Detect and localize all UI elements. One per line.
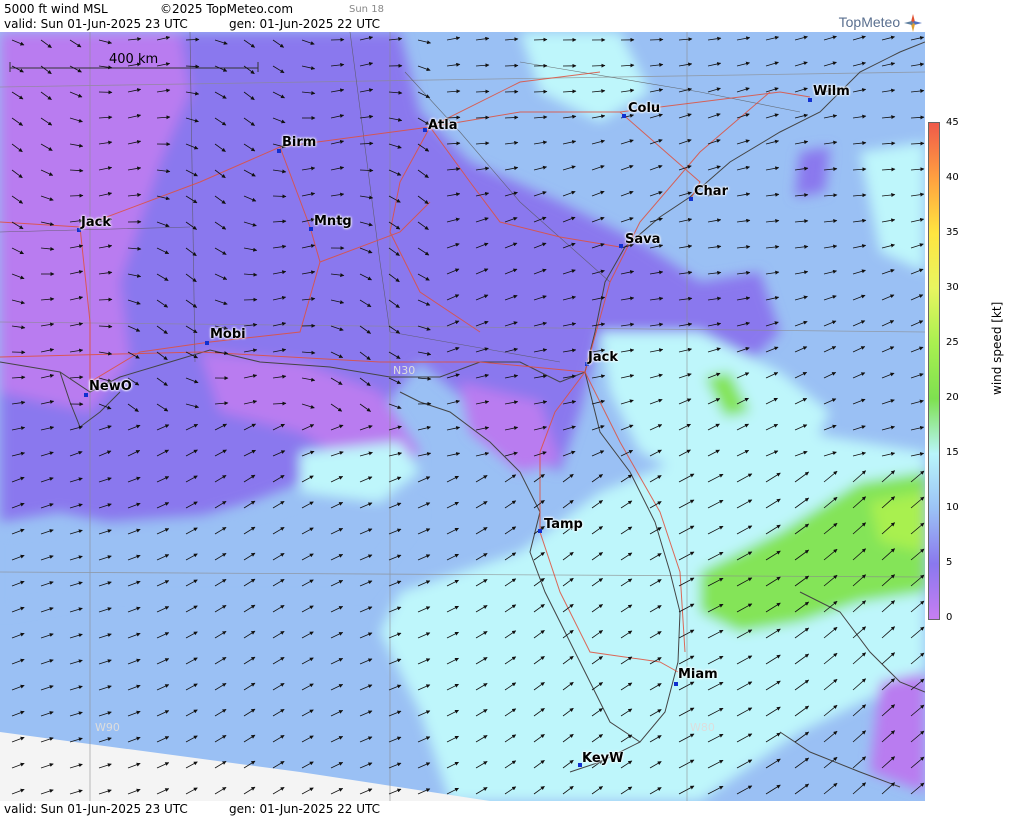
city-marker — [277, 149, 281, 153]
compass-icon — [904, 14, 922, 33]
city-jackson[interactable]: Jack — [81, 215, 111, 230]
lon-label-east: W80 — [690, 721, 715, 734]
city-montgomery[interactable]: Mntg — [314, 214, 352, 229]
tick-15: 15 — [946, 447, 959, 458]
footer-gen-time: gen: 01-Jun-2025 22 UTC — [229, 802, 381, 816]
city-atlanta[interactable]: Atla — [428, 118, 458, 133]
city-new-orleans[interactable]: NewO — [89, 379, 132, 394]
map-title: 5000 ft wind MSL — [4, 2, 108, 16]
tick-5: 5 — [946, 557, 953, 568]
valid-time: valid: Sun 01-Jun-2025 23 UTC — [4, 17, 188, 31]
wind-arrow — [649, 37, 664, 42]
city-marker — [84, 393, 88, 397]
copyright: ©2025 TopMeteo.com — [160, 2, 294, 16]
tick-35: 35 — [946, 227, 959, 238]
scale-label: 400 km — [109, 52, 159, 67]
lat-label: N30 — [393, 364, 416, 377]
wind-arrow — [533, 37, 548, 42]
city-savannah[interactable]: Sava — [625, 232, 660, 247]
city-birmingham[interactable]: Birm — [282, 135, 316, 150]
map-canvas — [0, 32, 925, 801]
tick-20: 20 — [946, 392, 959, 403]
header-bar: 5000 ft wind MSL ©2025 TopMeteo.com Sun … — [0, 0, 925, 32]
tick-45: 45 — [946, 117, 959, 128]
wind-arrow — [591, 63, 606, 68]
tick-25: 25 — [946, 337, 959, 348]
city-jacksonville[interactable]: Jack — [588, 350, 618, 365]
wind-arrow — [69, 193, 84, 198]
city-marker — [622, 114, 626, 118]
tick-0: 0 — [946, 612, 953, 623]
wind-map[interactable]: 400 km N30 W90 W80 Atla Colu Wilm Birm C… — [0, 32, 925, 801]
lon-label-west: W90 — [95, 721, 120, 734]
tick-10: 10 — [946, 502, 959, 513]
wind-arrow — [504, 63, 519, 68]
city-marker — [689, 197, 693, 201]
city-marker — [423, 128, 427, 132]
city-marker — [619, 244, 623, 248]
legend-title: wind speed [kt] — [990, 301, 1004, 395]
city-marker — [808, 98, 812, 102]
city-miami[interactable]: Miam — [678, 667, 718, 682]
city-mobile[interactable]: Mobi — [210, 327, 246, 342]
city-marker — [674, 682, 678, 686]
wind-arrow — [533, 89, 548, 94]
logo-text: TopMeteo — [838, 14, 901, 30]
gen-time: gen: 01-Jun-2025 22 UTC — [229, 17, 381, 31]
footer-bar: valid: Sun 01-Jun-2025 23 UTC gen: 01-Ju… — [0, 801, 925, 817]
footer-valid-time: valid: Sun 01-Jun-2025 23 UTC — [4, 802, 188, 816]
city-charleston[interactable]: Char — [694, 184, 728, 199]
topmeteo-logo[interactable]: TopMeteo — [838, 14, 922, 33]
wind-speed-colorbar — [928, 122, 940, 620]
city-wilmington[interactable]: Wilm — [813, 84, 850, 99]
city-columbia[interactable]: Colu — [628, 101, 660, 116]
tick-40: 40 — [946, 172, 959, 183]
wind-arrow — [272, 194, 287, 199]
city-marker — [309, 227, 313, 231]
day-label: Sun 18 — [349, 4, 384, 15]
city-tampa[interactable]: Tamp — [544, 517, 583, 532]
city-marker — [538, 529, 542, 533]
tick-30: 30 — [946, 282, 959, 293]
city-key-west[interactable]: KeyW — [582, 751, 623, 766]
city-marker — [205, 341, 209, 345]
